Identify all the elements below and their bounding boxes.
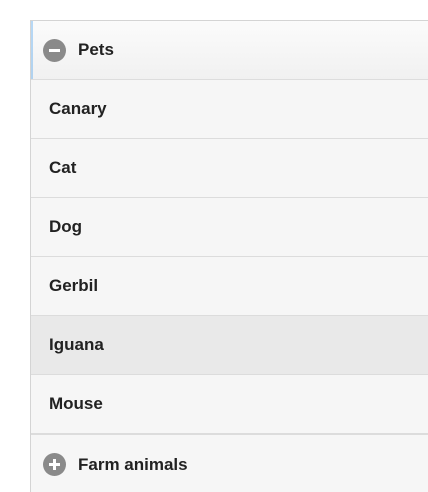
collapsible-set: Pets Canary Cat Dog Gerbil Iguana Mouse … — [30, 20, 428, 492]
pets-list: Canary Cat Dog Gerbil Iguana Mouse — [31, 80, 428, 434]
list-item-gerbil[interactable]: Gerbil — [31, 257, 428, 316]
list-item-cat[interactable]: Cat — [31, 139, 428, 198]
list-item-mouse[interactable]: Mouse — [31, 375, 428, 434]
pets-collapsible-header[interactable]: Pets — [31, 21, 428, 80]
farm-animals-collapsible-header[interactable]: Farm animals — [31, 434, 428, 492]
list-item-dog[interactable]: Dog — [31, 198, 428, 257]
farm-animals-header-label: Farm animals — [78, 454, 188, 474]
plus-icon[interactable] — [43, 453, 66, 476]
minus-icon[interactable] — [43, 38, 66, 62]
list-item-canary[interactable]: Canary — [31, 80, 428, 139]
list-item-iguana[interactable]: Iguana — [31, 316, 428, 375]
pets-header-label: Pets — [78, 40, 114, 59]
